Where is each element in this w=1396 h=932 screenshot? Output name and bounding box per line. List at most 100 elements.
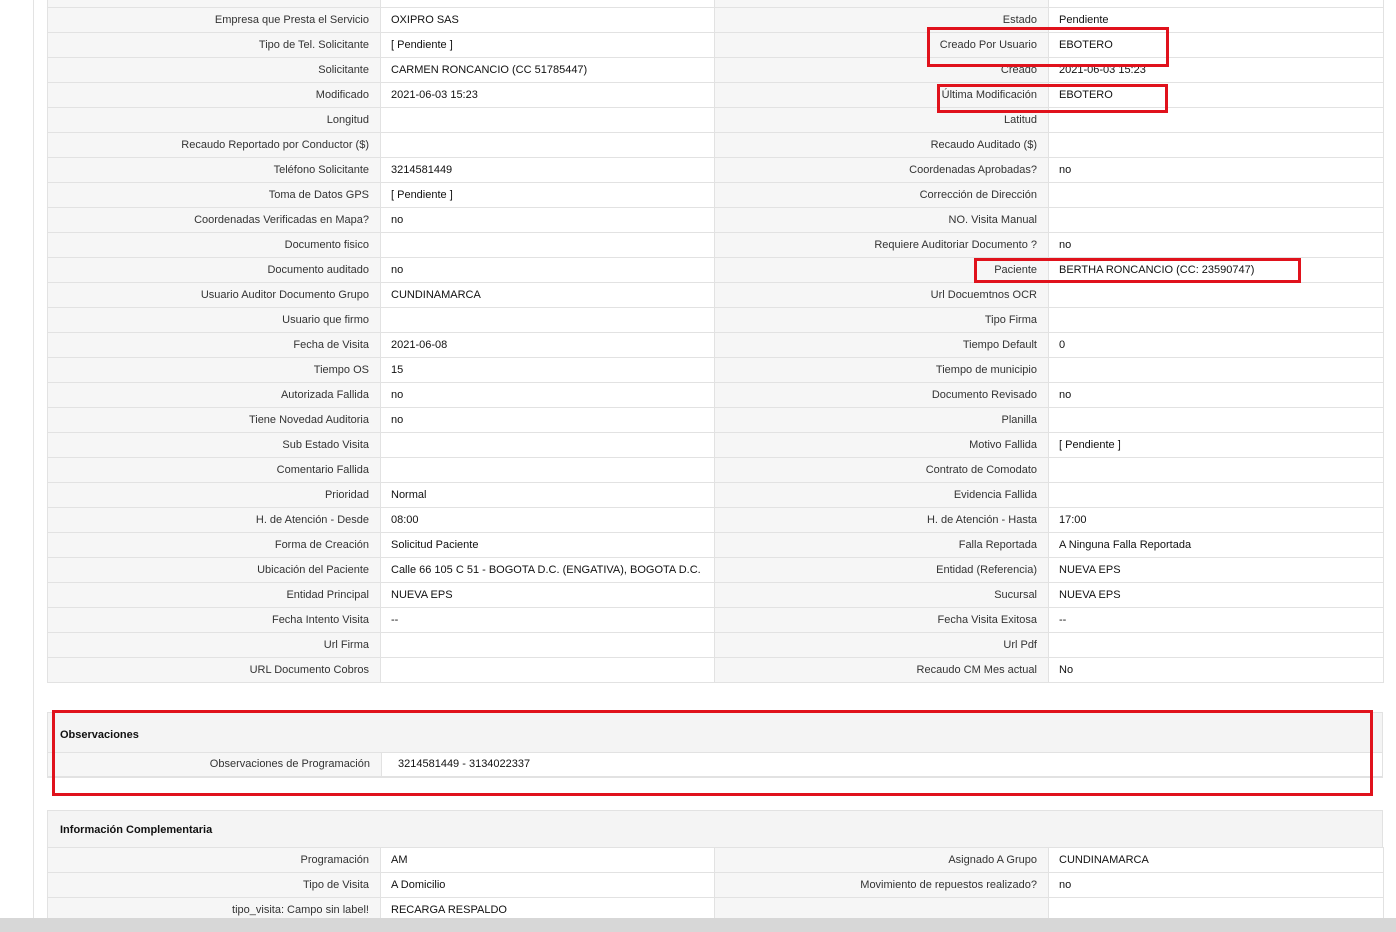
detail-row: Longitud Latitud [47, 107, 1384, 133]
detail-value-v1: OXIPRO SAS [380, 7, 715, 33]
detail-label-l1: Recaudo Reportado por Conductor ($) [47, 132, 381, 158]
detail-row: Forma de Creación Solicitud Paciente Falla… [47, 532, 1384, 558]
detail-row: H. de Atención - Desde 08:00 H. de Atenció… [47, 507, 1384, 533]
info-value-v1: A Domicilio [380, 872, 715, 898]
detail-value-v2 [1048, 282, 1384, 308]
detail-row: Toma de Datos GPS[ Pendiente ] Corrección… [47, 182, 1384, 208]
detail-label-l2: NO. Visita Manual [714, 207, 1049, 233]
detail-row: Url Firma Url Pdf [47, 632, 1384, 658]
observaciones-label: Observaciones de Programación [48, 753, 382, 776]
detail-label-l1: Usuario Auditor Documento Grupo [47, 282, 381, 308]
detail-value-v1 [380, 307, 715, 333]
detail-value-v1 [380, 457, 715, 483]
detail-row: Fecha Intento Visita -- Fecha Visita Exit… [47, 607, 1384, 633]
info-row: Tipo de Visita A Domicilio Movimiento de r… [47, 872, 1384, 898]
detail-value-v1: 08:00 [380, 507, 715, 533]
detail-label-l1: Documento auditado [47, 257, 381, 283]
detail-value-v2: Pendiente [1048, 7, 1384, 33]
info-complementaria-section: Información Complementaria [47, 810, 1383, 848]
detail-label-l2: Motivo Fallida [714, 432, 1049, 458]
detail-label-l1: URL Documento Cobros [47, 657, 381, 683]
detail-label-l1: Comentario Fallida [47, 457, 381, 483]
detail-value-v2: no [1048, 232, 1384, 258]
observaciones-title: Observaciones [60, 729, 139, 741]
detail-value-v1: -- [380, 607, 715, 633]
detail-value-v2: [ Pendiente ] [1048, 432, 1384, 458]
detail-row: Usuario que firmo Tipo Firma [47, 307, 1384, 333]
info-value-v2: no [1048, 872, 1384, 898]
detail-row: Fecha de Visita 2021-06-08 Tiempo Default… [47, 332, 1384, 358]
detail-value-v1: Calle 66 105 C 51 - BOGOTA D.C. (ENGATIV… [380, 557, 715, 583]
detail-label-l1: Prioridad [47, 482, 381, 508]
info-complementaria-table: Programación AM Asignado A Grupo CUNDINAMAR… [47, 847, 1384, 923]
detail-value-v1: no [380, 207, 715, 233]
detail-label-l2: Tiempo de municipio [714, 357, 1049, 383]
detail-row: Coordenadas Verificadas en Mapa? no NO. V… [47, 207, 1384, 233]
detail-value-v2 [1048, 482, 1384, 508]
detail-label-l2: Latitud [714, 107, 1049, 133]
detail-label-l2: Entidad (Referencia) [714, 557, 1049, 583]
detail-label-l2: Creado Por Usuario [714, 32, 1049, 58]
horizontal-scrollbar[interactable] [0, 918, 1396, 932]
detail-label-l1: Entidad Principal [47, 582, 381, 608]
detail-value-v1: Normal [380, 482, 715, 508]
detail-label-l1: Tiempo OS [47, 357, 381, 383]
detail-value-v1: 2021-06-08 [380, 332, 715, 358]
detail-value-v1 [380, 632, 715, 658]
detail-value-v2 [1048, 407, 1384, 433]
info-label-l2: Movimiento de repuestos realizado? [714, 872, 1049, 898]
detail-label-l2: Fecha Visita Exitosa [714, 607, 1049, 633]
detail-value-v2 [1048, 132, 1384, 158]
detail-label-l1: Forma de Creación [47, 532, 381, 558]
detail-value-v1: [ Pendiente ] [380, 182, 715, 208]
detail-row: Ubicación del Paciente Calle 66 105 C 51 … [47, 557, 1384, 583]
detail-row: Documento fisico Requiere Auditoriar Docu… [47, 232, 1384, 258]
detail-value-v1: no [380, 382, 715, 408]
detail-value-v2 [1048, 207, 1384, 233]
detail-value-v1: 2021-06-03 15:23 [380, 82, 715, 108]
detail-value-v2 [1048, 0, 1384, 8]
detail-row: Tipo de Tel. Solicitante[ Pendiente ] Cre… [47, 32, 1384, 58]
info-complementaria-title: Información Complementaria [60, 824, 213, 836]
detail-value-v2 [1048, 307, 1384, 333]
detail-value-v2: No [1048, 657, 1384, 683]
detail-label-l2: Estado [714, 7, 1049, 33]
detail-value-v1 [380, 107, 715, 133]
detail-label-l2: Url Docuemtnos OCR [714, 282, 1049, 308]
detail-label-l2: Falla Reportada [714, 532, 1049, 558]
detail-label-l2: Coordenadas Aprobadas? [714, 157, 1049, 183]
detail-value-v1 [380, 0, 715, 8]
info-label-l1: Tipo de Visita [47, 872, 381, 898]
detail-value-v2: EBOTERO [1048, 82, 1384, 108]
detail-label-l2: Tipo Firma [714, 307, 1049, 333]
info-row: Programación AM Asignado A Grupo CUNDINAMAR… [47, 847, 1384, 873]
detail-value-v2: no [1048, 382, 1384, 408]
detail-value-v2: no [1048, 157, 1384, 183]
detail-value-v2: EBOTERO [1048, 32, 1384, 58]
observaciones-row: Observaciones de Programación 3214581449… [47, 752, 1383, 777]
detail-value-v2: A Ninguna Falla Reportada [1048, 532, 1384, 558]
detail-row: Prioridad Normal Evidencia Fallida [47, 482, 1384, 508]
detail-value-v2 [1048, 107, 1384, 133]
detail-label-l2: Corrección de Dirección [714, 182, 1049, 208]
detail-label-l1 [47, 0, 381, 8]
detail-value-v1: NUEVA EPS [380, 582, 715, 608]
detail-label-l2: H. de Atención - Hasta [714, 507, 1049, 533]
detail-value-v2: 0 [1048, 332, 1384, 358]
detail-value-v1: 15 [380, 357, 715, 383]
detail-row: Tiempo OS 15 Tiempo de municipio [47, 357, 1384, 383]
detail-label-l1: H. de Atención - Desde [47, 507, 381, 533]
detail-label-l1: Url Firma [47, 632, 381, 658]
detail-value-v1: 3214581449 [380, 157, 715, 183]
detail-label-l1: Modificado [47, 82, 381, 108]
detail-label-l1: Documento fisico [47, 232, 381, 258]
detail-row: Autorizada Fallida no Documento Revisado … [47, 382, 1384, 408]
detail-row: Teléfono Solicitante 3214581449 Coordenada… [47, 157, 1384, 183]
detail-value-v2: NUEVA EPS [1048, 557, 1384, 583]
detail-value-v1: no [380, 257, 715, 283]
detail-value-v2: BERTHA RONCANCIO (CC: 23590747) [1048, 257, 1384, 283]
detail-label-l1: Fecha de Visita [47, 332, 381, 358]
detail-label-l1: Empresa que Presta el Servicio [47, 7, 381, 33]
detail-label-l1: Longitud [47, 107, 381, 133]
detail-label-l1: Solicitante [47, 57, 381, 83]
